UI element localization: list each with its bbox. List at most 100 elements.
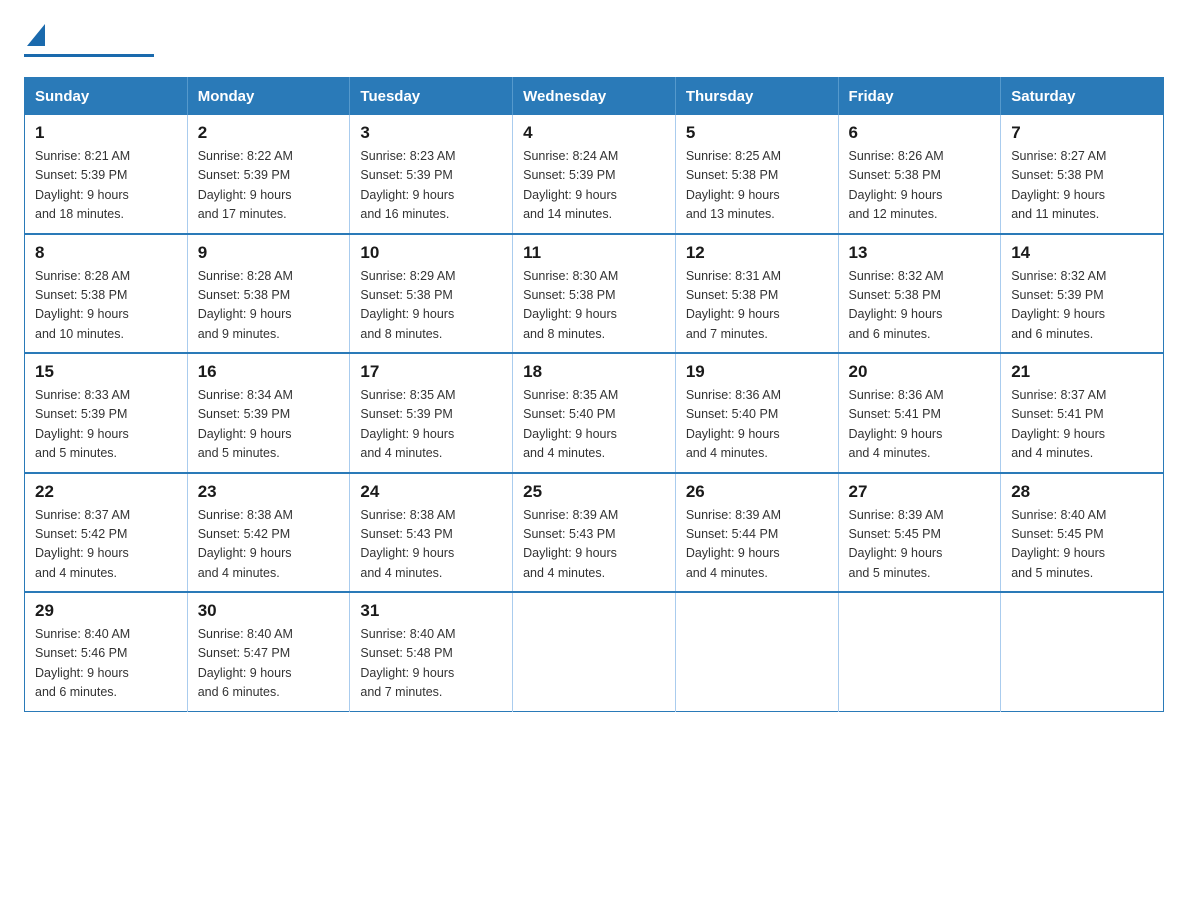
calendar-day-cell: 6 Sunrise: 8:26 AMSunset: 5:38 PMDaylight… [838,115,1001,234]
calendar-day-cell: 13Sunrise: 8:32 AMSunset: 5:38 PMDayligh… [838,234,1001,354]
day-number: 19 [686,362,828,382]
day-number: 6 [849,123,991,143]
day-info: Sunrise: 8:33 AMSunset: 5:39 PMDaylight:… [35,386,177,464]
day-number: 28 [1011,482,1153,502]
day-number: 20 [849,362,991,382]
day-number: 2 [198,123,340,143]
calendar-day-cell: 3 Sunrise: 8:23 AMSunset: 5:39 PMDaylight… [350,115,513,234]
calendar-day-cell: 22 Sunrise: 8:37 AMSunset: 5:42 PMDayligh… [25,473,188,593]
day-number: 12 [686,243,828,263]
day-number: 18 [523,362,665,382]
calendar-day-cell [838,592,1001,711]
calendar-day-cell: 9 Sunrise: 8:28 AMSunset: 5:38 PMDaylight… [187,234,350,354]
day-info: Sunrise: 8:37 AMSunset: 5:42 PMDaylight:… [35,506,177,584]
day-info: Sunrise: 8:24 AMSunset: 5:39 PMDaylight:… [523,147,665,225]
col-tuesday: Tuesday [350,78,513,116]
day-number: 17 [360,362,502,382]
day-info: Sunrise: 8:28 AMSunset: 5:38 PMDaylight:… [35,267,177,345]
day-number: 14 [1011,243,1153,263]
day-info: Sunrise: 8:23 AMSunset: 5:39 PMDaylight:… [360,147,502,225]
day-info: Sunrise: 8:39 AMSunset: 5:45 PMDaylight:… [849,506,991,584]
logo-triangle-icon [27,24,45,46]
calendar-day-cell: 26Sunrise: 8:39 AMSunset: 5:44 PMDayligh… [675,473,838,593]
day-number: 27 [849,482,991,502]
day-info: Sunrise: 8:34 AMSunset: 5:39 PMDaylight:… [198,386,340,464]
calendar-table: Sunday Monday Tuesday Wednesday Thursday… [24,77,1164,712]
col-friday: Friday [838,78,1001,116]
calendar-week-row: 15 Sunrise: 8:33 AMSunset: 5:39 PMDayligh… [25,353,1164,473]
calendar-week-row: 29 Sunrise: 8:40 AMSunset: 5:46 PMDayligh… [25,592,1164,711]
calendar-day-cell: 31Sunrise: 8:40 AMSunset: 5:48 PMDayligh… [350,592,513,711]
calendar-day-cell: 7 Sunrise: 8:27 AMSunset: 5:38 PMDaylight… [1001,115,1164,234]
day-number: 3 [360,123,502,143]
calendar-day-cell: 30Sunrise: 8:40 AMSunset: 5:47 PMDayligh… [187,592,350,711]
col-wednesday: Wednesday [513,78,676,116]
day-info: Sunrise: 8:38 AMSunset: 5:42 PMDaylight:… [198,506,340,584]
calendar-day-cell [513,592,676,711]
day-number: 5 [686,123,828,143]
calendar-day-cell: 15 Sunrise: 8:33 AMSunset: 5:39 PMDayligh… [25,353,188,473]
day-number: 7 [1011,123,1153,143]
calendar-day-cell: 28 Sunrise: 8:40 AMSunset: 5:45 PMDayligh… [1001,473,1164,593]
calendar-day-cell: 12 Sunrise: 8:31 AMSunset: 5:38 PMDayligh… [675,234,838,354]
calendar-day-cell: 1 Sunrise: 8:21 AMSunset: 5:39 PMDaylight… [25,115,188,234]
day-info: Sunrise: 8:40 AMSunset: 5:46 PMDaylight:… [35,625,177,703]
col-monday: Monday [187,78,350,116]
day-number: 1 [35,123,177,143]
day-number: 8 [35,243,177,263]
day-number: 29 [35,601,177,621]
day-number: 13 [849,243,991,263]
day-number: 21 [1011,362,1153,382]
day-number: 9 [198,243,340,263]
col-thursday: Thursday [675,78,838,116]
calendar-day-cell [1001,592,1164,711]
calendar-day-cell [675,592,838,711]
day-number: 22 [35,482,177,502]
calendar-header-row: Sunday Monday Tuesday Wednesday Thursday… [25,78,1164,116]
calendar-day-cell: 24Sunrise: 8:38 AMSunset: 5:43 PMDayligh… [350,473,513,593]
calendar-day-cell: 11 Sunrise: 8:30 AMSunset: 5:38 PMDayligh… [513,234,676,354]
calendar-day-cell: 8 Sunrise: 8:28 AMSunset: 5:38 PMDaylight… [25,234,188,354]
day-info: Sunrise: 8:25 AMSunset: 5:38 PMDaylight:… [686,147,828,225]
calendar-day-cell: 27 Sunrise: 8:39 AMSunset: 5:45 PMDayligh… [838,473,1001,593]
calendar-day-cell: 17 Sunrise: 8:35 AMSunset: 5:39 PMDayligh… [350,353,513,473]
logo [24,24,154,57]
day-info: Sunrise: 8:32 AMSunset: 5:39 PMDaylight:… [1011,267,1153,345]
day-info: Sunrise: 8:40 AMSunset: 5:48 PMDaylight:… [360,625,502,703]
day-info: Sunrise: 8:22 AMSunset: 5:39 PMDaylight:… [198,147,340,225]
calendar-day-cell: 18 Sunrise: 8:35 AMSunset: 5:40 PMDayligh… [513,353,676,473]
calendar-day-cell: 25 Sunrise: 8:39 AMSunset: 5:43 PMDayligh… [513,473,676,593]
page-header [24,24,1164,57]
col-sunday: Sunday [25,78,188,116]
calendar-day-cell: 4Sunrise: 8:24 AMSunset: 5:39 PMDaylight… [513,115,676,234]
calendar-week-row: 8 Sunrise: 8:28 AMSunset: 5:38 PMDaylight… [25,234,1164,354]
logo-underline [24,54,154,57]
day-number: 15 [35,362,177,382]
day-info: Sunrise: 8:35 AMSunset: 5:40 PMDaylight:… [523,386,665,464]
day-info: Sunrise: 8:28 AMSunset: 5:38 PMDaylight:… [198,267,340,345]
day-info: Sunrise: 8:27 AMSunset: 5:38 PMDaylight:… [1011,147,1153,225]
day-info: Sunrise: 8:39 AMSunset: 5:43 PMDaylight:… [523,506,665,584]
day-info: Sunrise: 8:31 AMSunset: 5:38 PMDaylight:… [686,267,828,345]
calendar-day-cell: 14 Sunrise: 8:32 AMSunset: 5:39 PMDayligh… [1001,234,1164,354]
col-saturday: Saturday [1001,78,1164,116]
day-info: Sunrise: 8:40 AMSunset: 5:47 PMDaylight:… [198,625,340,703]
day-info: Sunrise: 8:40 AMSunset: 5:45 PMDaylight:… [1011,506,1153,584]
day-number: 16 [198,362,340,382]
day-info: Sunrise: 8:36 AMSunset: 5:41 PMDaylight:… [849,386,991,464]
calendar-day-cell: 10Sunrise: 8:29 AMSunset: 5:38 PMDayligh… [350,234,513,354]
day-info: Sunrise: 8:26 AMSunset: 5:38 PMDaylight:… [849,147,991,225]
day-info: Sunrise: 8:21 AMSunset: 5:39 PMDaylight:… [35,147,177,225]
calendar-week-row: 1 Sunrise: 8:21 AMSunset: 5:39 PMDaylight… [25,115,1164,234]
day-info: Sunrise: 8:35 AMSunset: 5:39 PMDaylight:… [360,386,502,464]
calendar-day-cell: 5 Sunrise: 8:25 AMSunset: 5:38 PMDaylight… [675,115,838,234]
calendar-day-cell: 29 Sunrise: 8:40 AMSunset: 5:46 PMDayligh… [25,592,188,711]
day-number: 26 [686,482,828,502]
day-info: Sunrise: 8:36 AMSunset: 5:40 PMDaylight:… [686,386,828,464]
calendar-week-row: 22 Sunrise: 8:37 AMSunset: 5:42 PMDayligh… [25,473,1164,593]
day-info: Sunrise: 8:29 AMSunset: 5:38 PMDaylight:… [360,267,502,345]
calendar-day-cell: 20 Sunrise: 8:36 AMSunset: 5:41 PMDayligh… [838,353,1001,473]
day-number: 11 [523,243,665,263]
day-info: Sunrise: 8:30 AMSunset: 5:38 PMDaylight:… [523,267,665,345]
day-number: 25 [523,482,665,502]
